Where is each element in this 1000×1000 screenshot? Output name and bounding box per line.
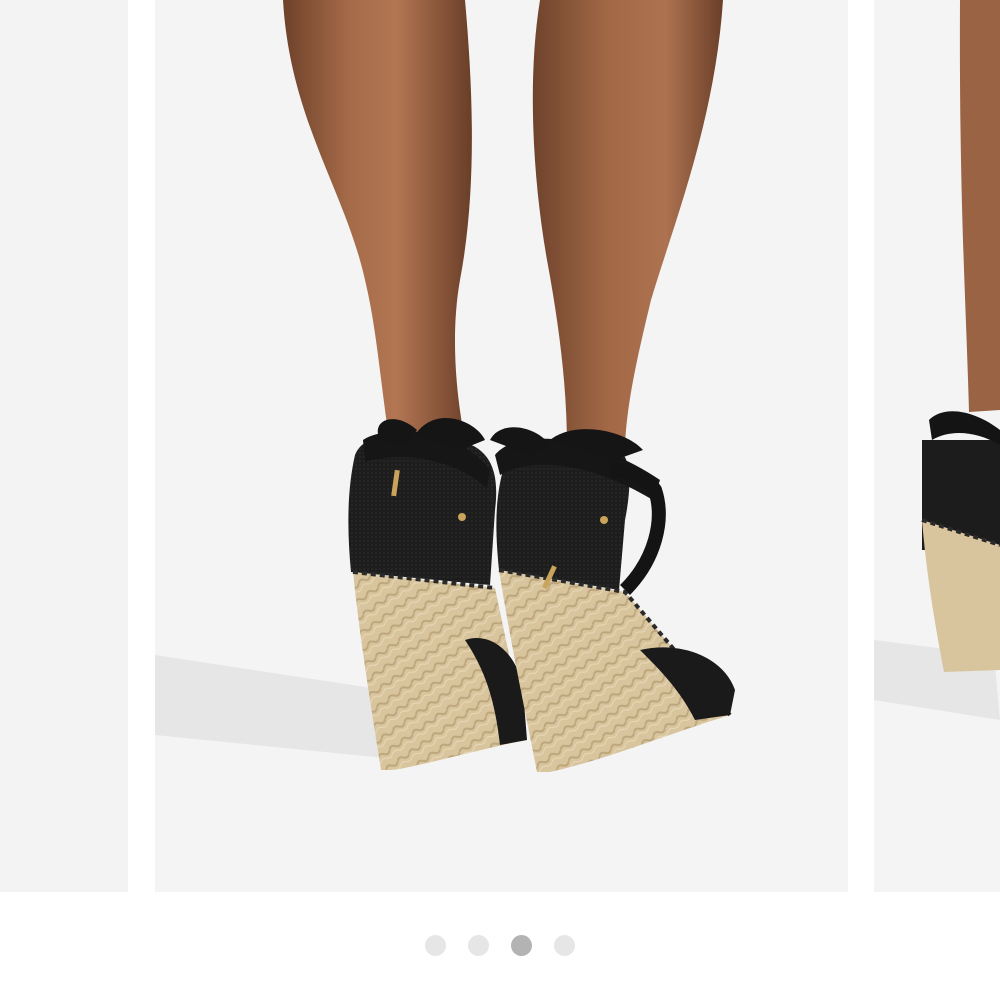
pagination-dot-2[interactable]: [468, 934, 489, 956]
pagination-dot-4[interactable]: [554, 934, 575, 956]
previous-slide[interactable]: [0, 0, 128, 892]
sandal-photo: [155, 0, 735, 772]
next-slide[interactable]: [874, 0, 1000, 892]
pagination-dot-1[interactable]: [425, 934, 446, 956]
product-image-carousel[interactable]: [0, 0, 1000, 895]
current-slide-product-image[interactable]: [155, 0, 848, 892]
carousel-pagination: [0, 930, 1000, 960]
next-slide-photo: [874, 0, 1000, 720]
pagination-dot-3-active[interactable]: [511, 934, 532, 956]
